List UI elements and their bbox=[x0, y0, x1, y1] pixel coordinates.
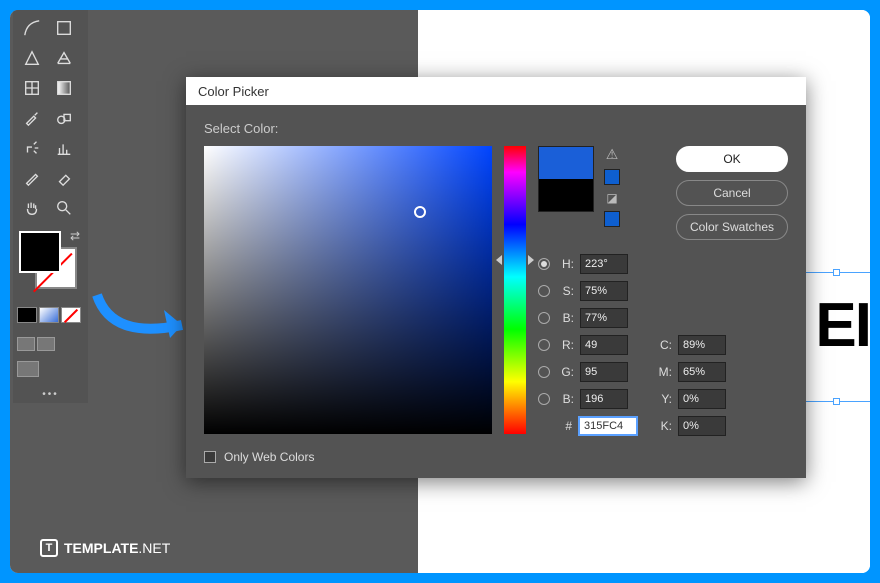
radio-s[interactable] bbox=[538, 285, 550, 297]
tool-hand[interactable] bbox=[17, 195, 47, 221]
new-color-preview bbox=[539, 147, 593, 179]
label-g: G: bbox=[556, 365, 574, 379]
label-hash: # bbox=[538, 419, 572, 433]
draw-mode-icon[interactable] bbox=[17, 361, 39, 377]
websafe-swatch[interactable] bbox=[604, 211, 620, 227]
watermark: T TEMPLATE.NET bbox=[40, 539, 170, 557]
input-h[interactable] bbox=[580, 254, 628, 274]
tool-symbol-sprayer[interactable] bbox=[17, 135, 47, 161]
tool-graph[interactable] bbox=[49, 135, 79, 161]
radio-b[interactable] bbox=[538, 312, 550, 324]
color-preview bbox=[538, 146, 594, 212]
radio-g[interactable] bbox=[538, 366, 550, 378]
input-r[interactable] bbox=[580, 335, 628, 355]
input-k[interactable] bbox=[678, 416, 726, 436]
label-h: H: bbox=[556, 257, 574, 271]
hue-slider[interactable] bbox=[504, 146, 526, 434]
input-brightness[interactable] bbox=[580, 308, 628, 328]
label-c: C: bbox=[654, 338, 672, 352]
watermark-icon: T bbox=[40, 539, 58, 557]
tool-zoom[interactable] bbox=[49, 195, 79, 221]
tool-gradient[interactable] bbox=[49, 75, 79, 101]
radio-r[interactable] bbox=[538, 339, 550, 351]
watermark-suffix: .NET bbox=[138, 540, 170, 556]
label-bl: B: bbox=[556, 392, 574, 406]
out-of-gamut-warning-icon[interactable]: ⚠ bbox=[606, 146, 619, 163]
only-web-colors-label: Only Web Colors bbox=[224, 450, 314, 464]
input-m[interactable] bbox=[678, 362, 726, 382]
app-frame: EI ⇄ bbox=[10, 10, 870, 573]
radio-h[interactable] bbox=[538, 258, 550, 270]
web-safe-warning-icon[interactable]: ◪ bbox=[606, 191, 617, 205]
input-g[interactable] bbox=[580, 362, 628, 382]
input-bl[interactable] bbox=[580, 389, 628, 409]
label-m: M: bbox=[654, 365, 672, 379]
label-k: K: bbox=[654, 419, 672, 433]
tool-palette: ⇄ ••• bbox=[13, 10, 88, 403]
tool-eyedropper[interactable] bbox=[17, 105, 47, 131]
dialog-title: Color Picker bbox=[198, 84, 269, 99]
tool-blend[interactable] bbox=[49, 105, 79, 131]
label-y: Y: bbox=[654, 392, 672, 406]
only-web-colors-checkbox[interactable] bbox=[204, 451, 216, 463]
input-s[interactable] bbox=[580, 281, 628, 301]
tool-eraser[interactable] bbox=[49, 165, 79, 191]
label-r: R: bbox=[556, 338, 574, 352]
saturation-brightness-field[interactable] bbox=[204, 146, 492, 434]
input-y[interactable] bbox=[678, 389, 726, 409]
tool-mesh[interactable] bbox=[17, 75, 47, 101]
input-hex[interactable] bbox=[578, 416, 638, 436]
color-mode-none[interactable] bbox=[61, 307, 81, 323]
label-s: S: bbox=[556, 284, 574, 298]
label-b: B: bbox=[556, 311, 574, 325]
color-picker-dialog: Color Picker Select Color: bbox=[186, 77, 806, 478]
radio-bl[interactable] bbox=[538, 393, 550, 405]
watermark-brand: TEMPLATE bbox=[64, 540, 138, 556]
fill-stroke-swatches[interactable]: ⇄ bbox=[17, 229, 84, 299]
ok-button[interactable]: OK bbox=[676, 146, 788, 172]
tool-pen[interactable] bbox=[17, 45, 47, 71]
tool-curvature[interactable] bbox=[17, 15, 47, 41]
tool-artboard[interactable] bbox=[49, 15, 79, 41]
gamut-swatch[interactable] bbox=[604, 169, 620, 185]
toolbar-more-icon[interactable]: ••• bbox=[13, 389, 88, 400]
color-mode-gradient[interactable] bbox=[39, 307, 59, 323]
tool-perspective[interactable] bbox=[49, 45, 79, 71]
input-c[interactable] bbox=[678, 335, 726, 355]
color-swatches-button[interactable]: Color Swatches bbox=[676, 214, 788, 240]
hue-pointer-left bbox=[496, 255, 502, 265]
selection-bounds[interactable] bbox=[796, 272, 870, 402]
cancel-button[interactable]: Cancel bbox=[676, 180, 788, 206]
swap-fill-stroke-icon[interactable]: ⇄ bbox=[70, 229, 80, 243]
sv-cursor bbox=[414, 206, 426, 218]
color-mode-solid[interactable] bbox=[17, 307, 37, 323]
dialog-titlebar[interactable]: Color Picker bbox=[186, 77, 806, 105]
select-color-label: Select Color: bbox=[204, 121, 788, 136]
tool-slice[interactable] bbox=[17, 165, 47, 191]
old-color-preview bbox=[539, 179, 593, 211]
screen-mode-icon[interactable] bbox=[17, 337, 35, 351]
fill-swatch[interactable] bbox=[19, 231, 61, 273]
hue-pointer-right bbox=[528, 255, 534, 265]
screen-mode-icon-2[interactable] bbox=[37, 337, 55, 351]
